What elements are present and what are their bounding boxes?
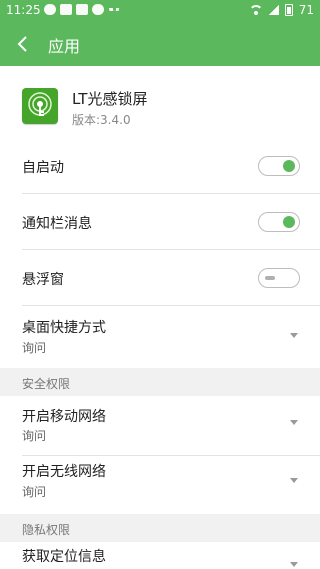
status-right: 71 [248,3,314,17]
toggle-knob [283,216,295,228]
autostart-toggle[interactable] [258,156,300,176]
chevron-down-icon[interactable] [290,333,298,338]
chat-icon [44,4,56,15]
more-icon [108,8,120,14]
mail-icon [76,4,88,15]
desktop-shortcut-row[interactable]: 桌面快捷方式 询问 [0,306,320,368]
chevron-down-icon[interactable] [290,420,298,425]
back-arrow-icon [17,36,27,52]
image-icon [60,4,72,15]
cloud-icon [92,4,104,15]
wifi-network-label: 开启无线网络 [22,464,106,480]
status-bar: 11:25 71 [0,0,320,22]
floating-window-toggle[interactable] [258,268,300,288]
mobile-network-label: 开启移动网络 [22,409,106,425]
desktop-shortcut-value: 询问 [22,341,47,355]
floating-window-row[interactable]: 悬浮窗 [0,250,320,306]
autostart-row[interactable]: 自启动 [0,138,320,194]
location-label: 获取定位信息 [22,549,106,565]
security-section-header: 安全权限 [0,368,320,396]
wifi-icon [248,5,263,15]
toggle-knob [265,276,275,280]
chevron-down-icon[interactable] [290,562,298,567]
mobile-network-value: 询问 [22,429,47,443]
chevron-down-icon[interactable] [290,478,298,483]
desktop-shortcut-label: 桌面快捷方式 [22,320,106,336]
signal-icon [268,5,279,15]
toggle-knob [283,160,295,172]
back-button[interactable] [10,30,38,58]
status-time: 11:25 [6,3,41,17]
page-title: 应用 [48,37,81,56]
notification-icons [44,4,120,15]
notifications-toggle[interactable] [258,212,300,232]
privacy-section-header: 隐私权限 [0,514,320,542]
wifi-network-row[interactable]: 开启无线网络 询问 [0,456,320,514]
notifications-label: 通知栏消息 [22,216,92,232]
security-header-label: 安全权限 [22,377,71,391]
battery-icon [284,4,293,16]
app-version: 版本:3.4.0 [72,113,131,127]
notifications-row[interactable]: 通知栏消息 [0,194,320,250]
mobile-network-row[interactable]: 开启移动网络 询问 [0,396,320,456]
app-info: LT光感锁屏 版本:3.4.0 [0,66,320,138]
lock-key-icon [22,88,58,124]
app-toolbar: 应用 [0,22,320,66]
wifi-network-value: 询问 [22,485,47,499]
privacy-header-label: 隐私权限 [22,523,71,537]
autostart-label: 自启动 [22,160,64,176]
location-row[interactable]: 获取定位信息 [0,542,320,569]
floating-window-label: 悬浮窗 [22,272,64,288]
app-name: LT光感锁屏 [72,90,148,108]
battery-level: 71 [298,3,314,17]
